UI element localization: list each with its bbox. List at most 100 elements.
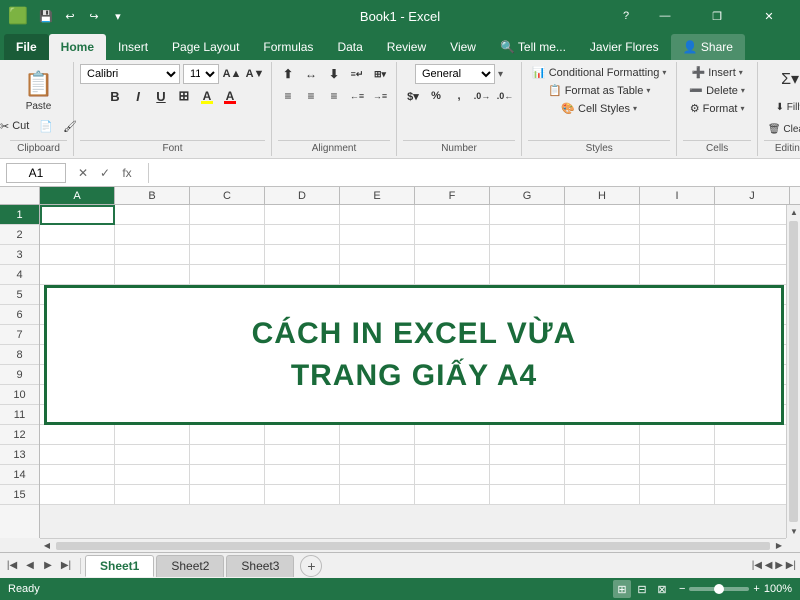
conditional-formatting-btn[interactable]: 📊 Conditional Formatting ▾ — [528, 64, 670, 81]
sheet-tab-sheet1[interactable]: Sheet1 — [85, 555, 154, 577]
cell-i13[interactable] — [640, 445, 715, 465]
cell-b3[interactable] — [115, 245, 190, 265]
vertical-scrollbar[interactable]: ▲ ▼ — [786, 205, 800, 538]
wrap-text-btn[interactable]: ≡↵ — [347, 64, 367, 84]
cell-j12[interactable] — [715, 425, 790, 445]
sheet-next-btn[interactable]: ▶ — [40, 558, 56, 574]
cell-d12[interactable] — [265, 425, 340, 445]
row-num-15[interactable]: 15 — [0, 485, 39, 505]
cell-g13[interactable] — [490, 445, 565, 465]
align-middle-btn[interactable]: ↔ — [301, 64, 321, 84]
cell-j2[interactable] — [715, 225, 790, 245]
zoom-slider[interactable] — [689, 587, 749, 591]
cell-a13[interactable] — [40, 445, 115, 465]
cell-h12[interactable] — [565, 425, 640, 445]
inc-decimal-btn[interactable]: .0→ — [472, 86, 492, 106]
col-header-i[interactable]: I — [640, 187, 715, 204]
fx-btn[interactable]: fx — [118, 164, 136, 182]
scroll-up-btn[interactable]: ▲ — [787, 205, 800, 219]
number-format-select[interactable]: General — [415, 64, 495, 84]
copy-btn[interactable]: 📄 — [35, 117, 57, 135]
cell-i4[interactable] — [640, 265, 715, 285]
scroll-left-btn[interactable]: ◀ — [40, 539, 54, 553]
normal-view-btn[interactable]: ⊞ — [613, 580, 631, 598]
cell-b2[interactable] — [115, 225, 190, 245]
tab-user[interactable]: Javier Flores — [578, 34, 671, 60]
page-break-view-btn[interactable]: ⊠ — [653, 580, 671, 598]
cell-styles-btn[interactable]: 🎨 Cell Styles ▾ — [557, 100, 641, 117]
row-num-1[interactable]: 1 — [0, 205, 39, 225]
scroll-right-btn[interactable]: ▶ — [772, 539, 786, 553]
cell-a1[interactable] — [40, 205, 115, 225]
save-quick-btn[interactable]: 💾 — [36, 6, 56, 26]
cell-f15[interactable] — [415, 485, 490, 505]
cell-b15[interactable] — [115, 485, 190, 505]
minimize-btn[interactable]: — — [642, 0, 688, 32]
row-num-9[interactable]: 9 — [0, 365, 39, 385]
redo-quick-btn[interactable]: ↪ — [84, 6, 104, 26]
tab-tell-me[interactable]: 🔍Tell me... — [488, 34, 578, 60]
cell-b4[interactable] — [115, 265, 190, 285]
align-top-btn[interactable]: ⬆ — [278, 64, 298, 84]
sheet-tab-sheet2[interactable]: Sheet2 — [156, 555, 224, 577]
undo-quick-btn[interactable]: ↩ — [60, 6, 80, 26]
customize-quick-btn[interactable]: ▾ — [108, 6, 128, 26]
cell-a2[interactable] — [40, 225, 115, 245]
cut-btn[interactable]: ✂ Cut — [0, 117, 33, 135]
cell-h15[interactable] — [565, 485, 640, 505]
cell-f14[interactable] — [415, 465, 490, 485]
cell-a15[interactable] — [40, 485, 115, 505]
row-num-8[interactable]: 8 — [0, 345, 39, 365]
scroll-thumb-h[interactable] — [56, 542, 770, 550]
cell-f13[interactable] — [415, 445, 490, 465]
cell-j14[interactable] — [715, 465, 790, 485]
font-name-select[interactable]: Calibri — [80, 64, 180, 84]
help-btn[interactable]: ? — [616, 6, 636, 26]
cell-g14[interactable] — [490, 465, 565, 485]
format-cells-btn[interactable]: ⚙ Format ▾ — [684, 100, 751, 117]
col-header-b[interactable]: B — [115, 187, 190, 204]
cell-d2[interactable] — [265, 225, 340, 245]
cell-f12[interactable] — [415, 425, 490, 445]
row-num-5[interactable]: 5 — [0, 285, 39, 305]
horizontal-scrollbar[interactable]: ◀ ▶ — [40, 538, 786, 552]
cell-h4[interactable] — [565, 265, 640, 285]
underline-btn[interactable]: U — [151, 86, 171, 106]
cell-e4[interactable] — [340, 265, 415, 285]
cell-i15[interactable] — [640, 485, 715, 505]
sheet-prev-btn[interactable]: ◀ — [22, 558, 38, 574]
tab-page-layout[interactable]: Page Layout — [160, 34, 251, 60]
cell-i12[interactable] — [640, 425, 715, 445]
cell-g12[interactable] — [490, 425, 565, 445]
cell-b12[interactable] — [115, 425, 190, 445]
cell-d15[interactable] — [265, 485, 340, 505]
cell-e1[interactable] — [340, 205, 415, 225]
cell-i1[interactable] — [640, 205, 715, 225]
confirm-formula-btn[interactable]: ✓ — [96, 164, 114, 182]
align-center-btn[interactable]: ≡ — [301, 86, 321, 106]
scroll-thumb-v[interactable] — [789, 221, 798, 522]
format-as-table-btn[interactable]: 📋 Format as Table ▾ — [544, 82, 654, 99]
cell-c2[interactable] — [190, 225, 265, 245]
cell-c4[interactable] — [190, 265, 265, 285]
col-header-j[interactable]: J — [715, 187, 790, 204]
zoom-minus-btn[interactable]: − — [679, 583, 685, 595]
cell-h13[interactable] — [565, 445, 640, 465]
tab-formulas[interactable]: Formulas — [251, 34, 325, 60]
row-num-11[interactable]: 11 — [0, 405, 39, 425]
cell-g3[interactable] — [490, 245, 565, 265]
col-header-a[interactable]: A — [40, 187, 115, 204]
col-header-e[interactable]: E — [340, 187, 415, 204]
name-box[interactable] — [6, 163, 66, 183]
cell-f1[interactable] — [415, 205, 490, 225]
cell-f4[interactable] — [415, 265, 490, 285]
cell-d13[interactable] — [265, 445, 340, 465]
cell-c13[interactable] — [190, 445, 265, 465]
cell-c14[interactable] — [190, 465, 265, 485]
decrease-font-btn[interactable]: A▼ — [245, 64, 265, 84]
cell-c1[interactable] — [190, 205, 265, 225]
cell-g1[interactable] — [490, 205, 565, 225]
sheet-tab-sheet3[interactable]: Sheet3 — [226, 555, 294, 577]
tab-review[interactable]: Review — [375, 34, 438, 60]
cell-j15[interactable] — [715, 485, 790, 505]
